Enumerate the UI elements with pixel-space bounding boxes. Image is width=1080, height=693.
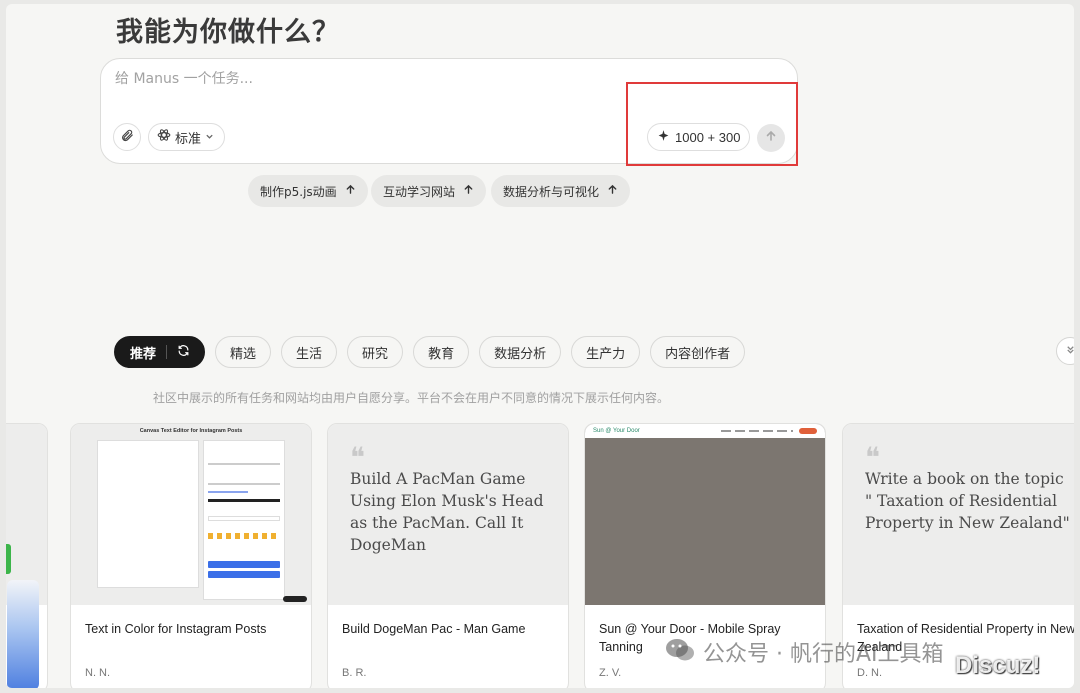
arrow-up-icon — [607, 184, 618, 198]
card-thumbnail — [6, 424, 47, 605]
card-author: B. R. — [342, 667, 367, 679]
card-thumbnail: ❝ Write a book on the topic " Taxation o… — [843, 424, 1074, 605]
chevron-down-icon — [205, 130, 214, 145]
tab-featured[interactable]: 精选 — [215, 336, 272, 368]
suggestion-label: 数据分析与可视化 — [503, 184, 600, 199]
expand-button[interactable] — [1056, 337, 1074, 365]
tab-education[interactable]: 教育 — [413, 336, 470, 368]
emoji-row — [208, 533, 280, 539]
category-tabs: 推荐 精选 生活 研究 教育 数据分析 生产力 内容创作者 — [114, 336, 746, 368]
card-quote: Write a book on the topic " Taxation of … — [865, 470, 1070, 532]
tab-life[interactable]: 生活 — [281, 336, 338, 368]
card-thumbnail: ❝ Build A PacMan Game Using Elon Musk's … — [328, 424, 568, 605]
annotation-highlight-box — [626, 82, 798, 166]
divider — [166, 345, 168, 359]
task-card[interactable]: Canvas Text Editor for Instagram Posts T… — [70, 423, 312, 688]
wechat-watermark: 公众号 · 帆行的AI工具箱 — [665, 636, 944, 668]
wechat-icon — [665, 637, 695, 668]
card-thumbnail: Sun @ Your Door — [585, 424, 825, 605]
card-title: Build DogeMan Pac - Man Game — [342, 622, 526, 636]
tab-label: 推荐 — [130, 346, 157, 362]
mode-selector[interactable]: 标准 — [148, 123, 226, 151]
discuz-watermark: Discuz! — [955, 652, 1041, 679]
arrow-up-icon — [345, 184, 356, 198]
community-notice: 社区中展示的所有任务和网站均由用户自愿分享。平台不会在用户不同意的情况下展示任何… — [152, 391, 669, 405]
tab-productivity[interactable]: 生产力 — [571, 336, 641, 368]
suggestion-label: 制作p5.js动画 — [260, 184, 337, 199]
preview-panel — [203, 440, 285, 600]
page-heading: 我能为你做什么？ — [116, 17, 340, 48]
card-author: D. N. — [857, 667, 883, 679]
card-author: Z. V. — [599, 667, 622, 679]
preview-canvas — [97, 440, 199, 588]
preview-navbar: Sun @ Your Door — [585, 424, 825, 438]
suggestion-label: 互动学习网站 — [383, 184, 456, 199]
preview-title: Canvas Text Editor for Instagram Posts — [139, 428, 243, 434]
wechat-watermark-text: 公众号 · 帆行的AI工具箱 — [703, 642, 944, 667]
preview-cta — [799, 428, 817, 434]
tab-data-analysis[interactable]: 数据分析 — [479, 336, 562, 368]
tab-recommended[interactable]: 推荐 — [114, 336, 206, 368]
card-title: Text in Color for Instagram Posts — [85, 622, 267, 636]
tab-content-creator[interactable]: 内容创作者 — [650, 336, 746, 368]
card-quote: Build A PacMan Game Using Elon Musk's He… — [350, 470, 544, 554]
atom-icon — [157, 128, 171, 146]
gradient-image — [7, 580, 39, 688]
paperclip-icon — [120, 128, 134, 147]
double-chevron-down-icon — [1065, 342, 1075, 360]
preview-brand: Sun @ Your Door — [593, 428, 640, 434]
preview-badge — [283, 596, 307, 602]
suggestion-chip-data-analysis[interactable]: 数据分析与可视化 — [491, 175, 631, 207]
refresh-icon[interactable] — [177, 344, 190, 361]
suggestion-chip-p5[interactable]: 制作p5.js动画 — [248, 175, 368, 207]
card-thumbnail: Canvas Text Editor for Instagram Posts — [71, 424, 311, 605]
suggestion-chip-learning-site[interactable]: 互动学习网站 — [371, 175, 487, 207]
attach-button[interactable] — [113, 123, 141, 151]
green-shape — [6, 544, 11, 574]
arrow-up-icon — [463, 184, 474, 198]
task-card-partial[interactable] — [6, 423, 48, 688]
mode-label: 标准 — [175, 131, 202, 147]
app-frame: 我能为你做什么？ 标准 1000 + 300 — [6, 4, 1074, 688]
tab-research[interactable]: 研究 — [347, 336, 404, 368]
task-input[interactable] — [115, 71, 715, 87]
task-card[interactable]: ❝ Build A PacMan Game Using Elon Musk's … — [327, 423, 569, 688]
card-author: N. N. — [85, 667, 111, 679]
